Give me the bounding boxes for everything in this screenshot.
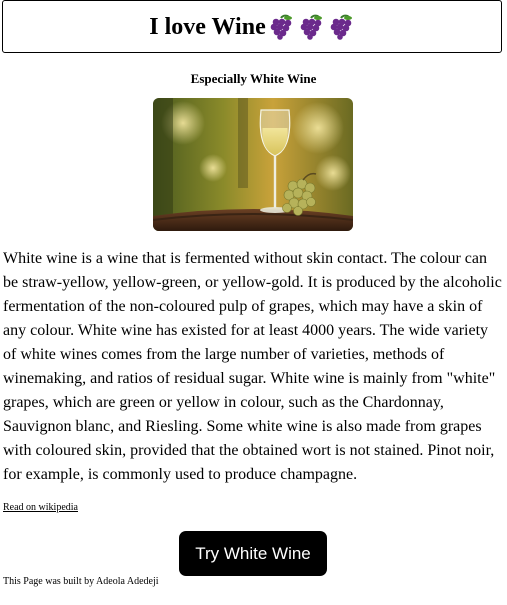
footer-credit: This Page was built by Adeola Adedeji bbox=[3, 576, 159, 587]
subtitle: Especially White Wine bbox=[190, 71, 317, 86]
grapes-icon-group bbox=[267, 14, 355, 40]
white-wine-glass-image bbox=[153, 98, 353, 231]
page-title: I love Wine bbox=[149, 13, 266, 40]
grapes-icon bbox=[330, 14, 352, 40]
wine-description-paragraph: White wine is a wine that is fermented w… bbox=[3, 250, 502, 483]
try-white-wine-button[interactable]: Try White Wine bbox=[179, 531, 327, 576]
page-title-row: I love Wine bbox=[149, 14, 354, 40]
grapes-icon bbox=[300, 14, 322, 40]
header-banner: I love Wine bbox=[2, 0, 502, 53]
grapes-icon bbox=[270, 14, 292, 40]
wikipedia-link[interactable]: Read on wikipedia bbox=[3, 502, 78, 513]
wine-photo-illustration bbox=[153, 98, 353, 231]
